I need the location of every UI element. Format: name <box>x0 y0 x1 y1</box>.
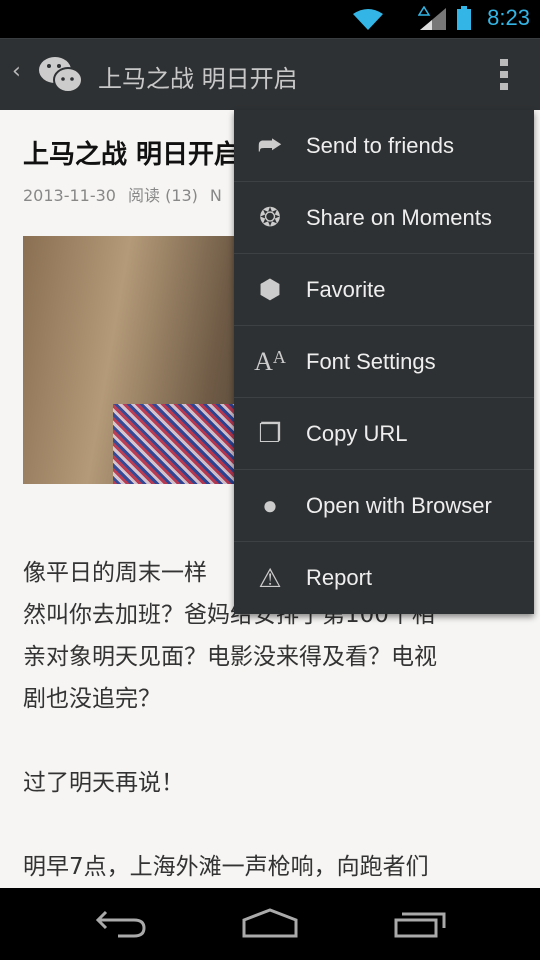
overflow-menu-icon[interactable] <box>500 59 510 95</box>
cube-icon: ⬢ <box>258 274 282 304</box>
body-line: 明早7点，上海外滩一声枪响，向跑者们 <box>23 854 429 880</box>
signal-icon <box>418 6 446 30</box>
body-line: 剧也没追完？ <box>23 686 161 712</box>
warning-icon: ⚠ <box>258 562 282 593</box>
font-icon: AA <box>254 346 286 376</box>
menu-item-open-with-browser[interactable]: ● Open with Browser <box>234 470 534 542</box>
read-count: 阅读 (13) <box>127 186 198 205</box>
article-meta: 2013-11-30 阅读 (13) N <box>23 182 234 206</box>
menu-item-send-to-friends[interactable]: ⮫ Send to friends <box>234 110 534 182</box>
moments-aperture-icon: ❂ <box>259 202 281 232</box>
article-date: 2013-11-30 <box>23 186 116 205</box>
wifi-icon <box>353 9 383 30</box>
back-icon[interactable]: ‹ <box>12 59 21 84</box>
page-title: 上马之战 明日开启 <box>98 65 298 93</box>
clock: 8:23 <box>487 5 530 30</box>
wechat-logo <box>39 57 83 93</box>
overflow-menu: ⮫ Send to friends ❂ Share on Moments ⬢ Favo… <box>234 110 534 614</box>
recents-icon[interactable] <box>394 908 448 940</box>
body-line: 过了明天再说！ <box>23 770 184 796</box>
article-title: 上马之战 明日开启 <box>23 140 241 170</box>
menu-item-share-on-moments[interactable]: ❂ Share on Moments <box>234 182 534 254</box>
copy-icon: ❐ <box>258 418 282 448</box>
menu-item-copy-url[interactable]: ❐ Copy URL <box>234 398 534 470</box>
navigation-bar <box>0 888 540 960</box>
menu-item-font-settings[interactable]: A A Font Settings <box>234 326 534 398</box>
status-bar: 8:23 <box>0 0 540 38</box>
menu-item-favorite[interactable]: ⬢ Favorite <box>234 254 534 326</box>
globe-icon: ● <box>262 490 278 520</box>
menu-item-report[interactable]: ⚠ Report <box>234 542 534 614</box>
battery-icon <box>457 6 471 30</box>
back-nav-icon[interactable] <box>94 908 146 940</box>
body-line: 像平日的周末一样 <box>23 560 207 586</box>
home-icon[interactable] <box>242 908 298 940</box>
action-bar: ‹ 上马之战 明日开启 <box>0 38 540 110</box>
meta-extra[interactable]: N <box>210 186 222 205</box>
share-icon: ⮫ <box>257 129 283 160</box>
body-line: 亲对象明天见面？电影没来得及看？电视 <box>23 644 437 670</box>
